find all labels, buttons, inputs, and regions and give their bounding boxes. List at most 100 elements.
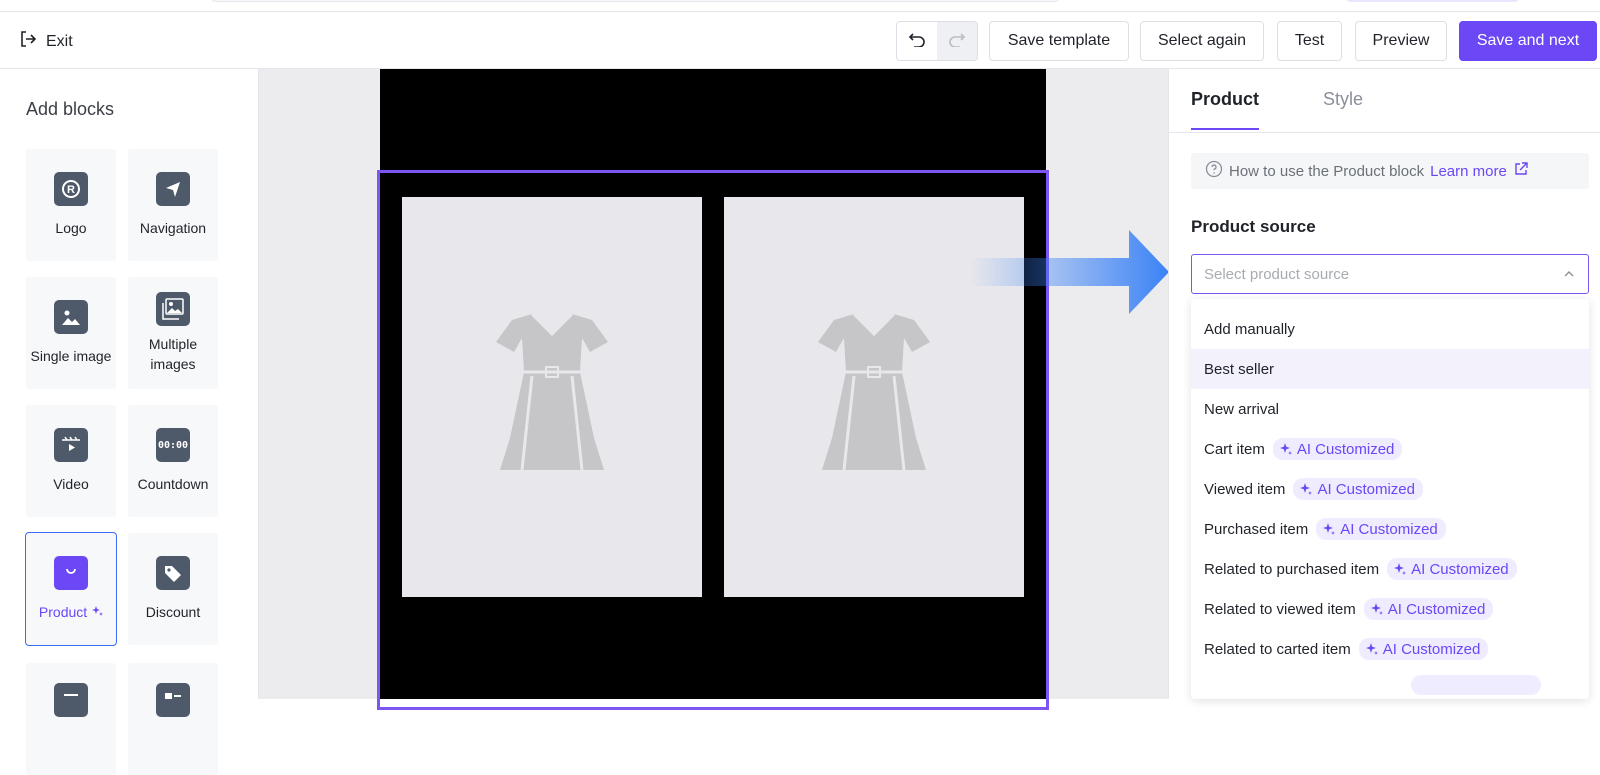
option-viewed-item[interactable]: Viewed item AI Customized bbox=[1191, 469, 1589, 509]
pointer-arrow-icon bbox=[969, 230, 1169, 319]
tag-icon bbox=[156, 556, 190, 590]
redo-icon bbox=[948, 31, 966, 52]
help-text: How to use the Product block bbox=[1229, 162, 1425, 180]
option-related-to-viewed-item[interactable]: Related to viewed item AI Customized bbox=[1191, 589, 1589, 629]
sparkle-icon bbox=[1279, 443, 1292, 455]
exit-button[interactable]: Exit bbox=[20, 30, 73, 53]
text-block-icon bbox=[54, 683, 88, 717]
option-add-manually[interactable]: Add manually bbox=[1191, 309, 1589, 349]
block-video[interactable]: Video bbox=[26, 405, 116, 517]
preview-button[interactable]: Preview bbox=[1355, 21, 1447, 61]
block-logo[interactable]: R Logo bbox=[26, 149, 116, 261]
sparkle-icon bbox=[91, 604, 104, 620]
exit-icon bbox=[20, 30, 37, 53]
sparkle-icon bbox=[1300, 483, 1313, 495]
select-placeholder: Select product source bbox=[1204, 265, 1350, 283]
product-block-selected[interactable] bbox=[377, 170, 1049, 710]
ai-customized-badge: AI Customized bbox=[1316, 518, 1446, 540]
dress-icon bbox=[814, 310, 934, 485]
image-icon bbox=[54, 300, 88, 334]
block-discount[interactable]: Discount bbox=[128, 533, 218, 645]
ai-customized-badge: AI Customized bbox=[1293, 478, 1423, 500]
block-product[interactable]: Product bbox=[25, 532, 117, 646]
product-source-dropdown: Add manually Best seller New arrival Car… bbox=[1191, 299, 1589, 699]
tab-style[interactable]: Style bbox=[1323, 89, 1363, 110]
sparkle-icon bbox=[1323, 523, 1336, 535]
test-button[interactable]: Test bbox=[1277, 21, 1342, 61]
block-label: Discount bbox=[145, 604, 201, 620]
top-strip bbox=[0, 0, 1600, 12]
email-preview bbox=[377, 69, 1049, 710]
logo-icon: R bbox=[54, 172, 88, 206]
address-bar bbox=[210, 0, 1060, 2]
block-label: Navigation bbox=[139, 220, 207, 236]
save-template-button[interactable]: Save template bbox=[989, 21, 1129, 61]
ai-customized-badge: AI Customized bbox=[1387, 558, 1517, 580]
block-countdown[interactable]: 00:00 Countdown bbox=[128, 405, 218, 517]
block-text[interactable] bbox=[26, 663, 116, 775]
help-banner: How to use the Product block Learn more bbox=[1191, 153, 1589, 189]
save-and-next-button[interactable]: Save and next bbox=[1459, 21, 1597, 61]
image-text-icon bbox=[156, 683, 190, 717]
product-source-select[interactable]: Select product source bbox=[1191, 254, 1589, 294]
video-icon bbox=[54, 428, 88, 462]
partial-option-badge bbox=[1411, 675, 1541, 695]
redo-button[interactable] bbox=[937, 22, 977, 60]
sparkle-icon bbox=[1365, 643, 1378, 655]
exit-label: Exit bbox=[46, 32, 73, 50]
panel-tabs: Product Style bbox=[1169, 69, 1600, 133]
question-icon bbox=[1205, 160, 1223, 182]
option-label: Cart item bbox=[1204, 440, 1265, 458]
product-block-label: Product bbox=[38, 604, 88, 620]
shopping-bag-icon bbox=[54, 556, 88, 590]
option-label: Best seller bbox=[1204, 360, 1275, 378]
block-label: Video bbox=[53, 476, 89, 492]
block-label: Single image bbox=[30, 348, 112, 364]
ai-customized-badge: AI Customized bbox=[1358, 638, 1489, 660]
block-navigation[interactable]: Navigation bbox=[128, 149, 218, 261]
sparkle-icon bbox=[1394, 563, 1407, 575]
properties-panel: Product Style How to use the Product blo… bbox=[1168, 69, 1600, 699]
ai-customized-badge: AI Customized bbox=[1363, 598, 1494, 620]
option-label: New arrival bbox=[1204, 400, 1280, 418]
countdown-icon: 00:00 bbox=[156, 428, 190, 462]
block-label: Logo bbox=[55, 220, 87, 236]
product-card[interactable] bbox=[402, 197, 702, 597]
option-label: Viewed item bbox=[1204, 480, 1286, 498]
option-related-to-carted-item[interactable]: Related to carted item AI Customized bbox=[1191, 629, 1589, 669]
toolbar: Exit Save template Select again Test Pre… bbox=[0, 12, 1600, 69]
undo-button[interactable] bbox=[897, 22, 937, 60]
undo-redo-group bbox=[896, 21, 978, 61]
option-label: Add manually bbox=[1204, 320, 1295, 338]
top-pill bbox=[1345, 0, 1520, 2]
email-canvas bbox=[259, 69, 1168, 710]
block-image-text[interactable] bbox=[128, 663, 218, 775]
svg-text:R: R bbox=[67, 184, 75, 196]
select-again-button[interactable]: Select again bbox=[1140, 21, 1264, 61]
sidebar-title: Add blocks bbox=[26, 99, 115, 119]
product-source-title: Product source bbox=[1191, 217, 1316, 236]
option-purchased-item[interactable]: Purchased item AI Customized bbox=[1191, 509, 1589, 549]
blocks-sidebar: Add blocks R Logo Navigation Single imag… bbox=[0, 69, 259, 775]
block-single-image[interactable]: Single image bbox=[26, 277, 116, 389]
option-new-arrival[interactable]: New arrival bbox=[1191, 389, 1589, 429]
block-label: Product bbox=[35, 602, 107, 622]
option-cart-item[interactable]: Cart item AI Customized bbox=[1191, 429, 1589, 469]
option-best-seller[interactable]: Best seller bbox=[1191, 349, 1589, 389]
tab-product[interactable]: Product bbox=[1191, 89, 1260, 130]
badge-text: AI Customized bbox=[1317, 480, 1415, 498]
block-multiple-images[interactable]: Multiple images bbox=[128, 277, 218, 389]
option-related-to-purchased-item[interactable]: Related to purchased item AI Customized bbox=[1191, 549, 1589, 589]
undo-icon bbox=[908, 31, 926, 52]
images-icon bbox=[156, 292, 190, 326]
badge-text: AI Customized bbox=[1340, 520, 1438, 538]
option-label: Purchased item bbox=[1204, 520, 1309, 538]
badge-text: AI Customized bbox=[1382, 640, 1481, 658]
learn-more-link[interactable]: Learn more bbox=[1430, 163, 1507, 180]
navigation-icon bbox=[156, 172, 190, 206]
countdown-digits: 00:00 bbox=[157, 439, 189, 451]
option-label: Related to purchased item bbox=[1204, 560, 1380, 578]
badge-text: AI Customized bbox=[1411, 560, 1509, 578]
dress-icon bbox=[492, 310, 612, 485]
external-link-icon[interactable] bbox=[1513, 161, 1529, 181]
